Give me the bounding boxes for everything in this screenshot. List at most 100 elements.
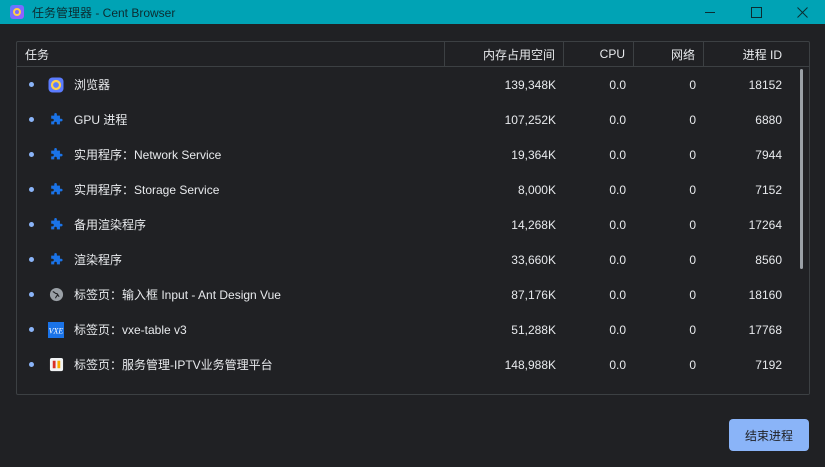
status-dot (29, 362, 34, 367)
process-table: 任务 内存占用空间 CPU 网络 进程 ID 浏览器 139,348K 0.0 0 18… (16, 41, 810, 395)
task-cell: 标签页：输入框 Input - Ant Design Vue (17, 286, 445, 303)
end-process-button[interactable]: 结束进程 (729, 419, 809, 451)
puzzle-icon (48, 147, 64, 163)
pid-cell: 6880 (755, 112, 782, 127)
cpu-cell: 0.0 (609, 112, 626, 127)
network-cell: 0 (689, 147, 696, 162)
network-cell: 0 (689, 357, 696, 372)
table-row[interactable]: GPU 进程 107,252K 0.0 0 6880 (17, 102, 809, 137)
task-cell: VXE 标签页：vxe-table v3 (17, 321, 445, 338)
network-cell: 0 (689, 322, 696, 337)
task-cell: 实用程序：Network Service (17, 146, 445, 163)
table-row[interactable]: 标签页：服务管理-IPTV业务管理平台 148,988K 0.0 0 7192 (17, 347, 809, 382)
task-cell: GPU 进程 (17, 111, 445, 128)
cent-browser-icon (10, 5, 24, 19)
table-row[interactable]: 备用渲染程序 14,268K 0.0 0 17264 (17, 207, 809, 242)
pid-cell: 7152 (755, 182, 782, 197)
cpu-cell: 0.0 (609, 147, 626, 162)
task-cell: 标签页：服务管理-IPTV业务管理平台 (17, 356, 445, 373)
header-cpu[interactable]: CPU (564, 42, 634, 66)
pid-cell: 18152 (748, 77, 782, 92)
cpu-cell: 0.0 (609, 217, 626, 232)
browser-icon (48, 77, 64, 93)
cpu-cell: 0.0 (609, 287, 626, 302)
status-dot (29, 292, 34, 297)
task-name: 实用程序：Network Service (74, 148, 222, 162)
status-dot (29, 257, 34, 262)
memory-cell: 19,364K (511, 147, 556, 162)
pid-cell: 7944 (755, 147, 782, 162)
maximize-button[interactable] (733, 0, 779, 24)
minimize-button[interactable] (687, 0, 733, 24)
task-name: 备用渲染程序 (74, 218, 147, 232)
status-dot (29, 152, 34, 157)
pid-cell: 17768 (748, 322, 782, 337)
table-row[interactable]: VXE 标签页：vxe-table v3 51,288K 0.0 0 17768 (17, 312, 809, 347)
status-dot (29, 117, 34, 122)
vxe-icon: VXE (48, 321, 64, 338)
globe-icon (48, 287, 64, 303)
network-cell: 0 (689, 182, 696, 197)
pid-cell: 8560 (755, 252, 782, 267)
table-row[interactable]: 标签页：输入框 Input - Ant Design Vue 87,176K 0.0… (17, 277, 809, 312)
memory-cell: 33,660K (511, 252, 556, 267)
table-row[interactable]: 实用程序：Network Service 19,364K 0.0 0 7944 (17, 137, 809, 172)
task-cell: 实用程序：Storage Service (17, 181, 445, 198)
status-dot (29, 187, 34, 192)
task-name: 浏览器 (74, 78, 111, 92)
task-name: GPU 进程 (74, 113, 128, 127)
memory-cell: 87,176K (511, 287, 556, 302)
pid-cell: 18160 (748, 287, 782, 302)
close-button[interactable] (779, 0, 825, 24)
memory-cell: 51,288K (511, 322, 556, 337)
window-title: 任务管理器 - Cent Browser (32, 5, 176, 20)
table-row[interactable]: 实用程序：Storage Service 8,000K 0.0 0 7152 (17, 172, 809, 207)
cpu-cell: 0.0 (609, 77, 626, 92)
puzzle-icon (48, 252, 64, 268)
task-cell: 浏览器 (17, 76, 445, 93)
favicon-icon (48, 357, 64, 373)
network-cell: 0 (689, 252, 696, 267)
memory-cell: 107,252K (504, 112, 556, 127)
title-bar[interactable]: 任务管理器 - Cent Browser (0, 0, 825, 24)
window-controls (687, 0, 825, 24)
task-name: 标签页：vxe-table v3 (74, 323, 187, 337)
cpu-cell: 0.0 (609, 182, 626, 197)
table-row[interactable]: 浏览器 139,348K 0.0 0 18152 (17, 67, 809, 102)
task-name: 渲染程序 (74, 253, 123, 267)
network-cell: 0 (689, 77, 696, 92)
cpu-cell: 0.0 (609, 252, 626, 267)
memory-cell: 148,988K (504, 357, 556, 372)
close-icon (796, 6, 808, 18)
table-header: 任务 内存占用空间 CPU 网络 进程 ID (17, 42, 809, 67)
minimize-icon (705, 11, 715, 13)
maximize-icon (750, 6, 762, 18)
memory-cell: 8,000K (517, 182, 556, 197)
memory-cell: 14,268K (511, 217, 556, 232)
table-row[interactable]: 渲染程序 33,660K 0.0 0 8560 (17, 242, 809, 277)
svg-text:VXE: VXE (49, 326, 64, 335)
task-name: 实用程序：Storage Service (74, 183, 220, 197)
header-pid[interactable]: 进程 ID (704, 42, 790, 66)
puzzle-icon (48, 182, 64, 198)
status-dot (29, 82, 34, 87)
scrollbar-thumb[interactable] (800, 69, 803, 269)
status-dot (29, 327, 34, 332)
network-cell: 0 (689, 287, 696, 302)
task-name: 标签页：输入框 Input - Ant Design Vue (74, 288, 281, 302)
task-name: 标签页：服务管理-IPTV业务管理平台 (74, 358, 273, 372)
header-task[interactable]: 任务 (17, 42, 445, 66)
network-cell: 0 (689, 112, 696, 127)
network-cell: 0 (689, 217, 696, 232)
header-network[interactable]: 网络 (634, 42, 704, 66)
pid-cell: 7192 (755, 357, 782, 372)
table-body: 浏览器 139,348K 0.0 0 18152 GPU 进程 107,252K 0.0 0 68… (17, 67, 809, 382)
task-cell: 备用渲染程序 (17, 216, 445, 233)
header-memory[interactable]: 内存占用空间 (445, 42, 564, 66)
cpu-cell: 0.0 (609, 322, 626, 337)
scrollbar[interactable] (795, 67, 809, 394)
memory-cell: 139,348K (504, 77, 556, 92)
puzzle-icon (48, 217, 64, 233)
cpu-cell: 0.0 (609, 357, 626, 372)
task-cell: 渲染程序 (17, 251, 445, 268)
